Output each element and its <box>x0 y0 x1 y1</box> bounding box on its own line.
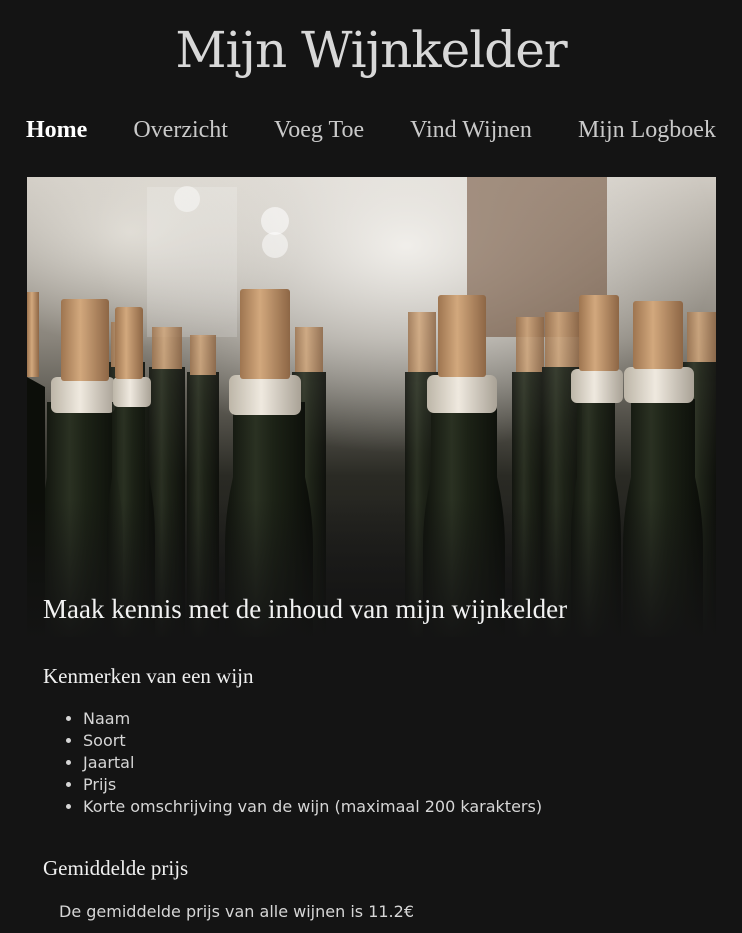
main-nav: Home Overzicht Voeg Toe Vind Wijnen Mijn… <box>26 112 716 148</box>
site-title: Mijn Wijnkelder <box>175 21 567 79</box>
average-price-heading: Gemiddelde prijs <box>43 856 189 880</box>
wine-bottles-photo <box>27 177 716 637</box>
list-item: Jaartal <box>83 752 542 774</box>
list-item: Korte omschrijving van de wijn (maximaal… <box>83 796 542 818</box>
features-heading: Kenmerken van een wijn <box>43 664 254 688</box>
nav-item-vind-wijnen[interactable]: Vind Wijnen <box>410 117 532 144</box>
nav-item-home[interactable]: Home <box>26 117 87 144</box>
list-item: Prijs <box>83 774 542 796</box>
nav-item-mijn-logboek[interactable]: Mijn Logboek <box>578 117 716 144</box>
nav-item-voeg-toe[interactable]: Voeg Toe <box>274 117 364 144</box>
list-item: Naam <box>83 708 542 730</box>
list-item: Soort <box>83 730 542 752</box>
nav-item-overzicht[interactable]: Overzicht <box>133 117 228 144</box>
hero-image <box>27 177 716 637</box>
average-price-text: De gemiddelde prijs van alle wijnen is 1… <box>59 902 414 921</box>
hero-title: Maak kennis met de inhoud van mijn wijnk… <box>43 594 568 624</box>
features-list: Naam Soort Jaartal Prijs Korte omschrijv… <box>43 708 542 818</box>
